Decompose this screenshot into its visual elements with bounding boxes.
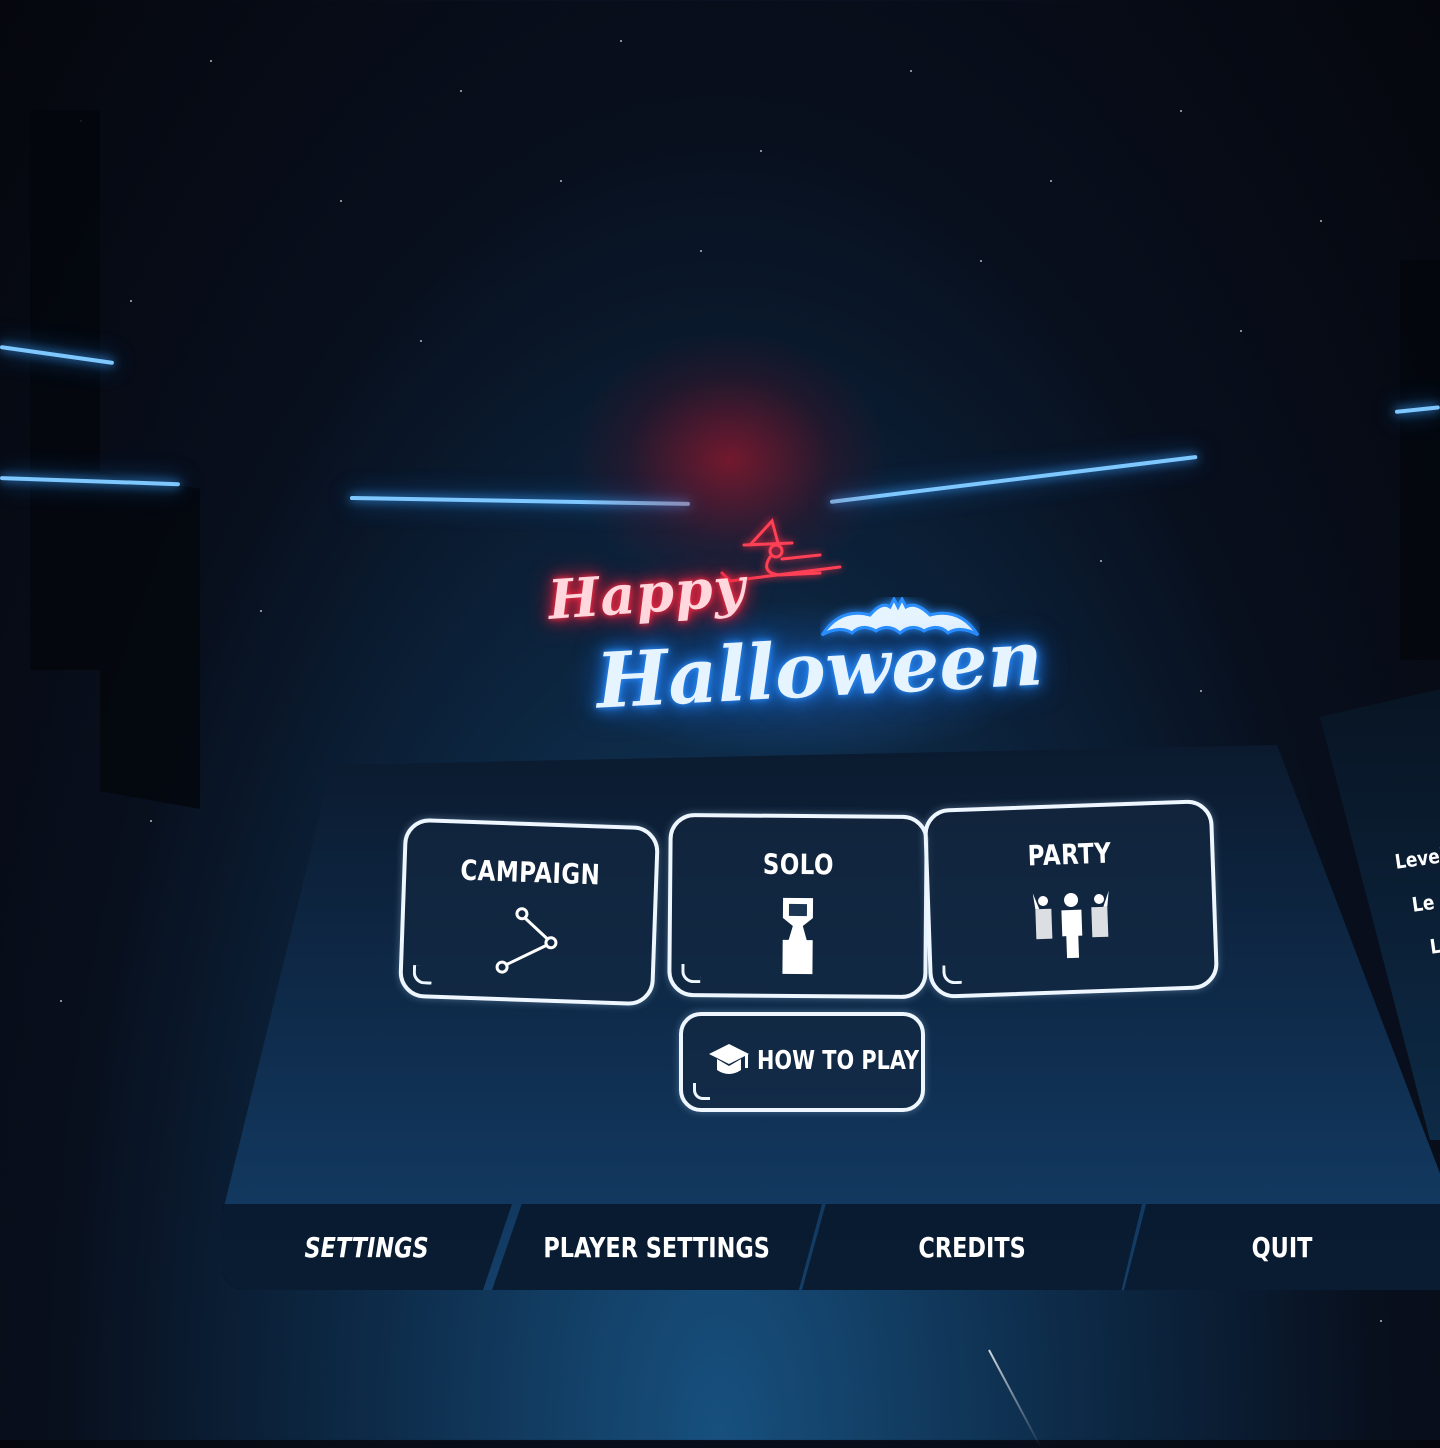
player-settings-tab[interactable]: PLAYER SETTINGS: [492, 1204, 822, 1290]
logo-happy-text: Happy: [546, 554, 748, 632]
side-panel-line: Le: [1410, 890, 1436, 917]
credits-tab[interactable]: CREDITS: [802, 1204, 1142, 1290]
credits-label: CREDITS: [918, 1230, 1026, 1264]
quit-tab[interactable]: QUIT: [1124, 1204, 1440, 1290]
campaign-button[interactable]: CAMPAIGN: [397, 817, 661, 1007]
party-button[interactable]: PARTY: [922, 798, 1220, 1000]
arcade-cabinet-icon: [782, 897, 814, 975]
logo-halloween-text: Halloween: [593, 613, 1045, 726]
party-people-icon: [1032, 890, 1109, 959]
settings-label: SETTINGS: [304, 1230, 430, 1264]
corner-mark: [942, 964, 962, 985]
corner-mark: [412, 964, 433, 985]
bottom-nav: SETTINGS PLAYER SETTINGS CREDITS QUIT: [222, 1204, 1440, 1290]
settings-tab[interactable]: SETTINGS: [222, 1204, 512, 1290]
how-to-play-button[interactable]: HOW TO PLAY: [679, 1012, 925, 1112]
solo-label: SOLO: [762, 847, 835, 882]
how-to-play-label: HOW TO PLAY: [757, 1046, 920, 1076]
campaign-label: CAMPAIGN: [459, 853, 601, 892]
corner-mark: [681, 963, 701, 984]
party-label: PARTY: [1027, 836, 1112, 873]
solo-button[interactable]: SOLO: [667, 812, 929, 1000]
left-structure-lower: [100, 471, 200, 809]
right-structure: [1400, 260, 1440, 660]
player-settings-label: PLAYER SETTINGS: [543, 1230, 771, 1264]
graduation-cap-icon: [709, 1044, 749, 1074]
light-streak: [988, 1349, 1042, 1448]
path-nodes-icon: [495, 907, 558, 974]
left-structure: [30, 110, 100, 670]
happy-halloween-logo: Happy Halloween: [520, 505, 1060, 735]
corner-mark: [693, 1083, 710, 1100]
quit-label: QUIT: [1251, 1230, 1313, 1264]
